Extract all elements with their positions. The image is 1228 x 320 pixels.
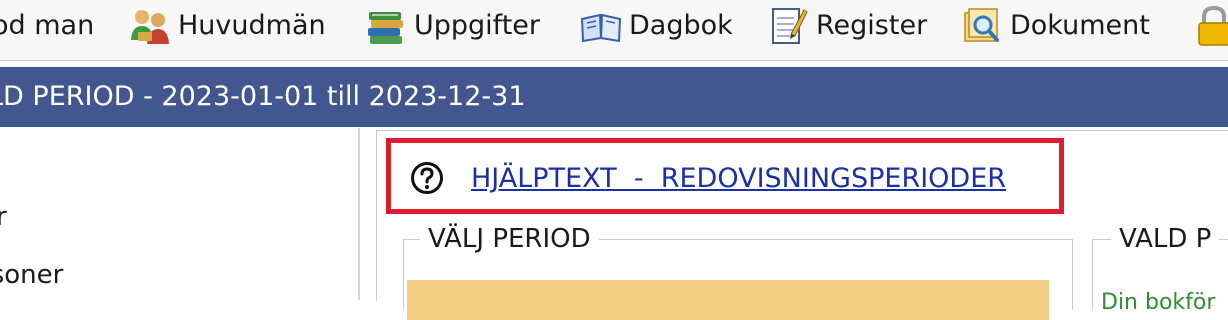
books-icon [368,12,403,44]
selected-period-group: VALD P Din bokför [1092,223,1228,315]
document-search-icon [964,8,999,42]
toolbar-item-label: Register [816,10,928,41]
toolbar-item-lock[interactable] [1196,5,1228,46]
toolbar-item-uppgifter[interactable]: Uppgifter [364,6,540,46]
toolbar-item-label: Huvudmän [178,10,326,41]
content-panel: HJÄLPTEXT - REDOVISNINGSPERIODER VÄLJ PE… [376,130,1228,320]
help-link-redovisningsperioder[interactable]: HJÄLPTEXT - REDOVISNINGSPERIODER [471,161,1006,197]
panel-divider [358,128,360,300]
toolbar-item-register[interactable]: Register [766,6,927,46]
lock-icon [1198,5,1228,46]
period-row-selected[interactable] [407,280,1049,320]
people-icon [131,10,169,44]
toolbar-item-label: Dagbok [629,10,733,41]
period-header-title: LD PERIOD - 2023-01-01 till 2023-12-31 [0,81,526,112]
choose-period-group: VÄLJ PERIOD [403,223,1073,320]
toolbar: od man Huvudmän Uppgifter Dagbok Registe… [0,0,1228,61]
choose-period-legend: VÄLJ PERIOD [420,223,599,255]
selected-period-info-text: Din bokför [1101,290,1216,315]
toolbar-item-god-man[interactable]: od man [0,6,94,46]
toolbar-item-dokument[interactable]: Dokument [960,6,1150,46]
notepad-icon [772,8,808,44]
toolbar-item-huvudman[interactable]: Huvudmän [128,6,326,46]
left-nav: er rsoner [0,128,358,300]
toolbar-item-label: od man [0,10,95,41]
period-header-bar: LD PERIOD - 2023-01-01 till 2023-12-31 [0,67,1228,127]
toolbar-item-label: Dokument [1010,10,1150,41]
selected-period-legend: VALD P [1111,223,1220,255]
toolbar-item-dagbok[interactable]: Dagbok [579,6,733,46]
toolbar-item-label: Uppgifter [414,10,541,41]
help-box: HJÄLPTEXT - REDOVISNINGSPERIODER [386,138,1064,214]
help-circle-icon[interactable] [410,161,444,195]
nav-item[interactable]: rsoner [0,260,63,290]
nav-item[interactable]: er [0,202,7,232]
open-book-icon [580,13,622,43]
